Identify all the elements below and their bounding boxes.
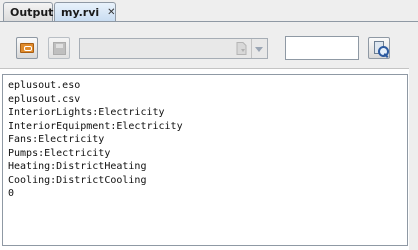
document-arrow-icon — [236, 42, 247, 55]
rvi-lines: eplusout.eso eplusout.csv InteriorLights… — [8, 79, 183, 201]
text-line: 0 — [8, 188, 15, 199]
save-disk-icon — [53, 42, 66, 55]
tab-bar: Output my.rvi ✕ — [0, 0, 418, 22]
text-line: eplusout.csv — [8, 93, 81, 105]
text-line: Cooling:DistrictCooling — [8, 174, 147, 186]
search-input[interactable] — [285, 36, 359, 60]
text-line: eplusout.eso — [8, 80, 81, 91]
tab-output-label: Output — [10, 5, 54, 19]
text-line: InteriorLights:Electricity — [8, 107, 165, 118]
text-line: Pumps:Electricity — [8, 147, 111, 159]
tab-my-rvi-label: my.rvi — [61, 5, 100, 19]
tab-my-rvi[interactable]: my.rvi ✕ — [54, 2, 116, 21]
chevron-down-icon[interactable] — [251, 39, 267, 58]
text-line: Fans:Electricity — [8, 134, 105, 145]
file-combo-box[interactable] — [79, 38, 268, 59]
text-line: Heating:DistrictHeating — [8, 161, 147, 172]
close-icon[interactable]: ✕ — [107, 7, 115, 18]
right-edge-strip — [409, 68, 418, 250]
open-file-button[interactable] — [16, 37, 38, 59]
rvi-text-area[interactable]: eplusout.eso eplusout.csv InteriorLights… — [2, 74, 408, 246]
toolbar — [0, 22, 418, 69]
folder-open-icon — [20, 43, 34, 53]
text-line: InteriorEquipment:Electricity — [8, 120, 183, 132]
search-button[interactable] — [368, 37, 390, 59]
tab-output[interactable]: Output — [3, 2, 53, 21]
save-button[interactable] — [48, 37, 70, 59]
